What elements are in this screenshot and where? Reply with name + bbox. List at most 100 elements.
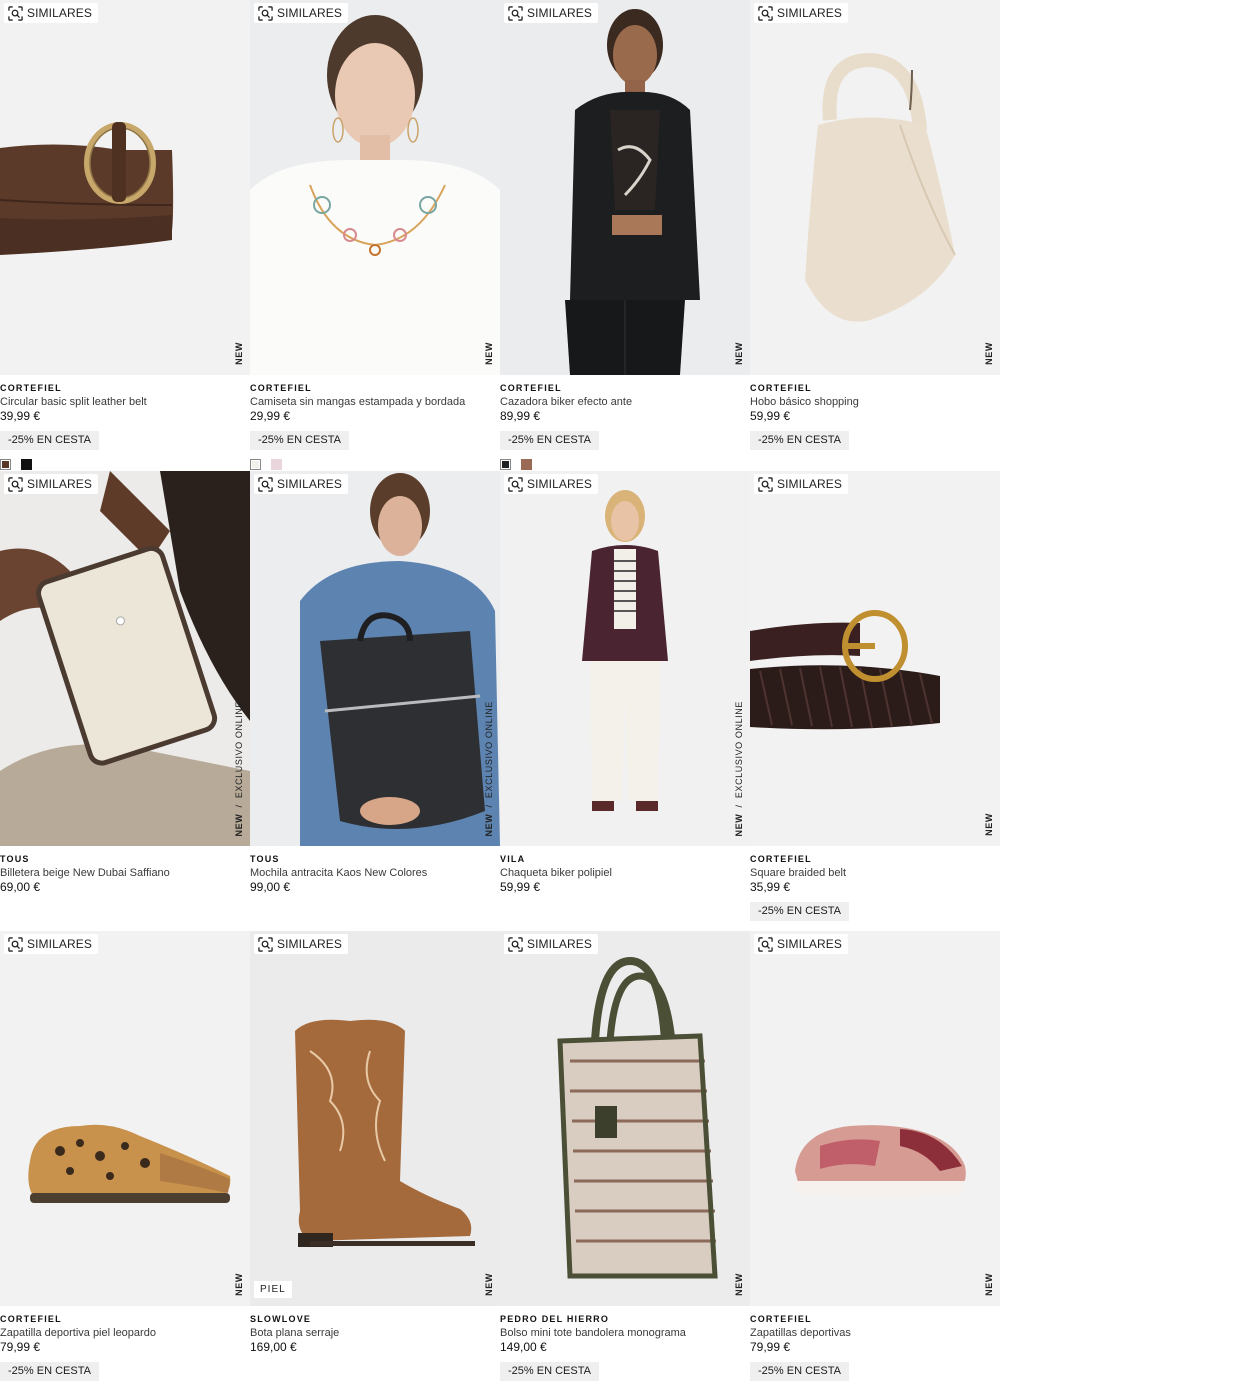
similar-button[interactable]: SIMILARES <box>754 474 848 494</box>
pink-sneaker-image <box>795 1125 966 1197</box>
color-swatch[interactable] <box>21 459 32 470</box>
product-image[interactable]: SIMILARES NEW <box>250 0 500 375</box>
similar-label: SIMILARES <box>777 937 842 951</box>
product-info[interactable]: SLOWLOVE Bota plana serraje 169,00 € <box>250 1313 500 1354</box>
product-brand: CORTEFIEL <box>0 383 62 393</box>
product-price: 149,00 € <box>500 1340 547 1354</box>
product-info[interactable]: CORTEFIEL Square braided belt 35,99 € -2… <box>750 853 1000 921</box>
product-name[interactable]: Zapatillas deportivas <box>750 1326 1000 1340</box>
similar-button[interactable]: SIMILARES <box>754 3 848 23</box>
similar-button[interactable]: SIMILARES <box>504 474 598 494</box>
product-name[interactable]: Camiseta sin mangas estampada y bordada <box>250 395 500 409</box>
product-name[interactable]: Zapatilla deportiva piel leopardo <box>0 1326 250 1340</box>
similar-button[interactable]: SIMILARES <box>504 3 598 23</box>
similar-button[interactable]: SIMILARES <box>504 934 598 954</box>
visual-search-icon <box>258 5 273 21</box>
brown-belt-image <box>0 122 174 255</box>
color-swatches <box>0 459 32 470</box>
product-name[interactable]: Hobo básico shopping <box>750 395 1000 409</box>
similar-button[interactable]: SIMILARES <box>4 474 98 494</box>
similar-button[interactable]: SIMILARES <box>254 474 348 494</box>
cowboy-boot-image <box>250 931 500 1306</box>
product-image[interactable]: SIMILARES NEW <box>750 471 1000 846</box>
product-name[interactable]: Bolso mini tote bandolera monograma <box>500 1326 750 1340</box>
product-name[interactable]: Square braided belt <box>750 866 1000 880</box>
monogram-tote-image <box>500 931 750 1306</box>
visual-search-icon <box>758 476 773 492</box>
product-brand: SLOWLOVE <box>250 1314 312 1324</box>
product-image[interactable]: SIMILARES NEW <box>500 0 750 375</box>
product-price: 79,99 € <box>0 1340 41 1354</box>
product-info[interactable]: CORTEFIEL Circular basic split leather b… <box>0 382 250 450</box>
product-image[interactable]: SIMILARES NEW <box>0 931 250 1306</box>
color-swatch[interactable] <box>0 459 11 470</box>
product-name[interactable]: Chaqueta biker polipiel <box>500 866 750 880</box>
new-tag: NEW <box>234 1273 244 1296</box>
similar-label: SIMILARES <box>527 6 592 20</box>
product-image[interactable]: SIMILARES NEW / EXCLUSIVO ONLINE <box>500 471 750 846</box>
similar-button[interactable]: SIMILARES <box>4 934 98 954</box>
product-info[interactable]: CORTEFIEL Zapatillas deportivas 79,99 € … <box>750 1313 1000 1381</box>
promo-badge: -25% EN CESTA <box>0 431 99 450</box>
product-image[interactable]: SIMILARES NEW / EXCLUSIVO ONLINE <box>0 471 250 846</box>
product-price: 59,99 € <box>750 409 791 423</box>
similar-label: SIMILARES <box>527 477 592 491</box>
new-exclusive-tag: NEW / EXCLUSIVO ONLINE <box>484 700 494 836</box>
new-tag: NEW <box>234 342 244 365</box>
product-info[interactable]: TOUS Mochila antracita Kaos New Colores … <box>250 853 500 894</box>
product-name[interactable]: Circular basic split leather belt <box>0 395 250 409</box>
product-name[interactable]: Bota plana serraje <box>250 1326 500 1340</box>
product-price: 79,99 € <box>750 1340 791 1354</box>
product-brand: CORTEFIEL <box>750 1314 812 1324</box>
similar-button[interactable]: SIMILARES <box>254 3 348 23</box>
similar-label: SIMILARES <box>27 937 92 951</box>
product-image[interactable]: SIMILARES NEW <box>0 0 250 375</box>
product-name[interactable]: Cazadora biker efecto ante <box>500 395 750 409</box>
material-badge: PIEL <box>254 1281 292 1298</box>
embroidered-top-image <box>250 0 500 375</box>
product-image[interactable]: SIMILARES PIEL NEW <box>250 931 500 1306</box>
product-name[interactable]: Mochila antracita Kaos New Colores <box>250 866 500 880</box>
similar-button[interactable]: SIMILARES <box>754 934 848 954</box>
product-info[interactable]: PEDRO DEL HIERRO Bolso mini tote bandole… <box>500 1313 750 1381</box>
product-brand: CORTEFIEL <box>500 383 562 393</box>
product-brand: CORTEFIEL <box>750 854 812 864</box>
new-exclusive-tag: NEW / EXCLUSIVO ONLINE <box>734 700 744 836</box>
similar-label: SIMILARES <box>277 6 342 20</box>
new-tag: NEW <box>734 342 744 365</box>
new-tag: NEW <box>984 342 994 365</box>
product-image[interactable]: SIMILARES NEW / EXCLUSIVO ONLINE <box>250 471 500 846</box>
promo-badge: -25% EN CESTA <box>250 431 349 450</box>
product-price: 35,99 € <box>750 880 791 894</box>
product-image[interactable]: SIMILARES NEW <box>750 0 1000 375</box>
product-brand: CORTEFIEL <box>0 1314 62 1324</box>
product-name[interactable]: Billetera beige New Dubai Saffiano <box>0 866 250 880</box>
visual-search-icon <box>508 936 523 952</box>
product-price: 29,99 € <box>250 409 291 423</box>
product-info[interactable]: CORTEFIEL Cazadora biker efecto ante 89,… <box>500 382 750 450</box>
wallet-image <box>0 471 250 846</box>
product-brand: VILA <box>500 854 526 864</box>
similar-label: SIMILARES <box>277 477 342 491</box>
promo-badge: -25% EN CESTA <box>750 1362 849 1381</box>
hobo-bag-image <box>805 52 956 322</box>
color-swatch[interactable] <box>521 459 532 470</box>
similar-button[interactable]: SIMILARES <box>254 934 348 954</box>
product-info[interactable]: CORTEFIEL Zapatilla deportiva piel leopa… <box>0 1313 250 1381</box>
backpack-image <box>250 471 500 846</box>
color-swatch[interactable] <box>271 459 282 470</box>
product-info[interactable]: VILA Chaqueta biker polipiel 59,99 € <box>500 853 750 894</box>
similar-label: SIMILARES <box>527 937 592 951</box>
product-image[interactable]: SIMILARES NEW <box>750 931 1000 1306</box>
similar-label: SIMILARES <box>777 6 842 20</box>
color-swatch[interactable] <box>500 459 511 470</box>
product-price: 169,00 € <box>250 1340 297 1354</box>
product-info[interactable]: CORTEFIEL Hobo básico shopping 59,99 € -… <box>750 382 1000 450</box>
similar-button[interactable]: SIMILARES <box>4 3 98 23</box>
visual-search-icon <box>8 936 23 952</box>
product-info[interactable]: TOUS Billetera beige New Dubai Saffiano … <box>0 853 250 894</box>
color-swatch[interactable] <box>250 459 261 470</box>
product-info[interactable]: CORTEFIEL Camiseta sin mangas estampada … <box>250 382 500 450</box>
product-image[interactable]: SIMILARES NEW <box>500 931 750 1306</box>
visual-search-icon <box>758 5 773 21</box>
